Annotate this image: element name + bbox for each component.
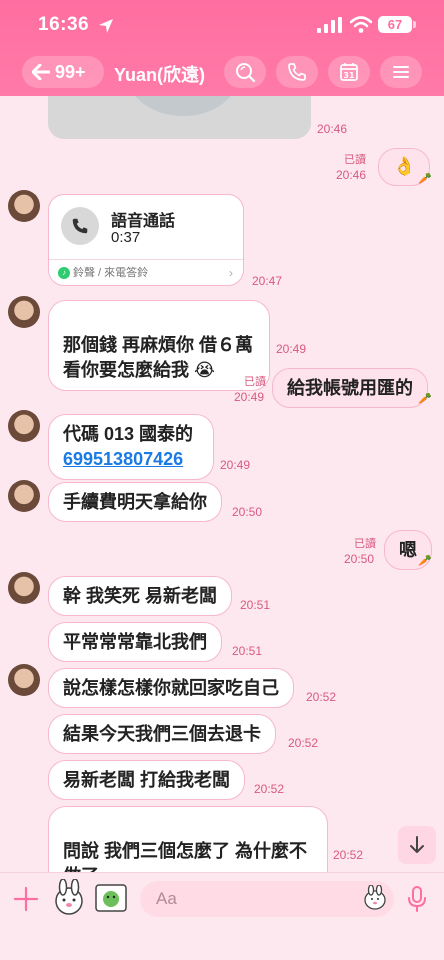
sticker-button-icon[interactable]: [50, 879, 88, 917]
search-button[interactable]: [224, 56, 266, 88]
shared-photo[interactable]: [48, 96, 311, 139]
message-input-bar: [0, 872, 444, 960]
read-receipt: 已讀: [354, 538, 376, 550]
chat-nav-bar: 99+ Yuan(欣遠) 31: [0, 54, 444, 90]
status-bar: 16:36 67: [0, 14, 444, 38]
received-message-bubble[interactable]: 幹 我笑死 易新老闆: [48, 576, 233, 616]
message-text: 平常常常靠北我們: [63, 632, 207, 652]
chat-area[interactable]: 20:46 已讀 20:46 👌 🥕 語音通話 0:37 ♪ 鈴聲 / 來電答鈴…: [0, 96, 444, 872]
message-text: 問說 我們三個怎麼了 為什麼不 做了: [63, 841, 308, 872]
message-time: 20:52: [254, 782, 285, 796]
message-input[interactable]: [140, 881, 394, 917]
status-time: 16:36: [38, 14, 90, 35]
chevron-right-icon: ›: [229, 266, 233, 280]
cellular-signal-icon: [317, 17, 342, 33]
message-text: 易新老闆 打給我老闆: [63, 770, 231, 790]
call-button[interactable]: [276, 56, 318, 88]
message-time: 20:49: [220, 458, 251, 472]
message-time: 20:46: [336, 168, 367, 182]
received-message-bubble[interactable]: 平常常常靠北我們: [48, 622, 222, 662]
contact-avatar[interactable]: [8, 410, 40, 442]
menu-button[interactable]: [380, 56, 422, 88]
received-message-bubble[interactable]: 易新老闆 打給我老闆: [48, 760, 246, 800]
received-message-bubble[interactable]: 代碼 013 國泰的 699513807426: [48, 414, 214, 480]
back-button[interactable]: 99+: [22, 56, 104, 88]
message-time: 20:49: [234, 390, 265, 404]
message-time: 20:52: [288, 736, 319, 750]
back-arrow-icon: [32, 64, 50, 80]
message-time: 20:51: [232, 644, 263, 658]
music-note-icon: ♪: [58, 267, 70, 279]
message-time: 20:49: [276, 342, 307, 356]
read-receipt: 已讀: [344, 154, 366, 166]
ringtone-link[interactable]: ♪ 鈴聲 / 來電答鈴 ›: [49, 259, 243, 285]
phone-call-icon: [61, 207, 99, 245]
message-text: 代碼 013 國泰的: [63, 424, 194, 444]
message-time: 20:51: [240, 598, 271, 612]
search-icon: [236, 63, 256, 83]
wifi-icon: [350, 16, 372, 33]
contact-avatar[interactable]: [8, 296, 40, 328]
carrot-decoration-icon: 🥕: [418, 393, 432, 405]
photo-sticker-icon[interactable]: [94, 883, 128, 913]
received-message-bubble[interactable]: 結果今天我們三個去退卡: [48, 714, 276, 754]
contact-avatar[interactable]: [8, 572, 40, 604]
microphone-icon[interactable]: [406, 885, 428, 913]
message-text: 結果今天我們三個去退卡: [63, 724, 261, 744]
menu-icon: [393, 66, 409, 78]
message-text: 幹 我笑死 易新老闆: [63, 586, 218, 606]
emoji-icon[interactable]: [362, 885, 388, 911]
contact-avatar[interactable]: [8, 480, 40, 512]
chat-title: Yuan(欣遠): [114, 65, 206, 85]
battery-indicator: 67: [378, 16, 416, 33]
call-duration: 0:37: [111, 229, 141, 246]
location-arrow-icon: [99, 19, 113, 33]
received-message-bubble[interactable]: 那個錢 再麻煩你 借６萬 看你要怎麼給我 😭: [48, 300, 270, 391]
svg-text:31: 31: [343, 71, 355, 80]
contact-avatar[interactable]: [8, 664, 40, 696]
scroll-to-bottom-button[interactable]: [398, 826, 436, 864]
unread-count: 99+: [55, 61, 86, 82]
voice-call-card[interactable]: 語音通話 0:37 ♪ 鈴聲 / 來電答鈴 ›: [48, 194, 244, 286]
message-time: 20:52: [333, 848, 364, 862]
plus-icon[interactable]: [12, 885, 40, 913]
message-text: 給我帳號用匯的: [287, 378, 413, 398]
message-text: 說怎樣怎樣你就回家吃自己: [63, 678, 279, 698]
read-receipt: 已讀: [244, 376, 266, 388]
sent-message-bubble[interactable]: 給我帳號用匯的: [272, 368, 428, 408]
message-time: 20:50: [344, 552, 375, 566]
phone-icon: [288, 63, 306, 81]
carrot-decoration-icon: 🥕: [418, 173, 432, 185]
message-time: 20:46: [317, 122, 348, 136]
message-time: 20:50: [232, 505, 263, 519]
calendar-icon: 31: [340, 63, 358, 81]
carrot-decoration-icon: 🥕: [418, 555, 432, 567]
account-number-link[interactable]: 699513807426: [63, 447, 199, 472]
received-message-bubble[interactable]: 說怎樣怎樣你就回家吃自己: [48, 668, 294, 708]
message-time: 20:47: [252, 274, 283, 288]
message-text: 那個錢 再麻煩你 借６萬 看你要怎麼給我 😭: [63, 335, 254, 380]
ringtone-label: 鈴聲 / 來電答鈴: [73, 267, 149, 279]
arrow-down-icon: [410, 836, 424, 853]
message-time: 20:52: [306, 690, 337, 704]
message-text: 👌: [393, 156, 416, 176]
received-message-bubble[interactable]: 問說 我們三個怎麼了 為什麼不 做了: [48, 806, 328, 872]
call-title: 語音通話: [111, 213, 176, 230]
message-text: 手續費明天拿給你: [63, 492, 207, 512]
calendar-button[interactable]: 31: [328, 56, 370, 88]
contact-avatar[interactable]: [8, 190, 40, 222]
header-bar: 16:36 67 99+ Yuan(欣遠) 31: [0, 0, 444, 96]
message-text: 嗯: [399, 540, 417, 560]
received-message-bubble[interactable]: 手續費明天拿給你: [48, 482, 222, 522]
